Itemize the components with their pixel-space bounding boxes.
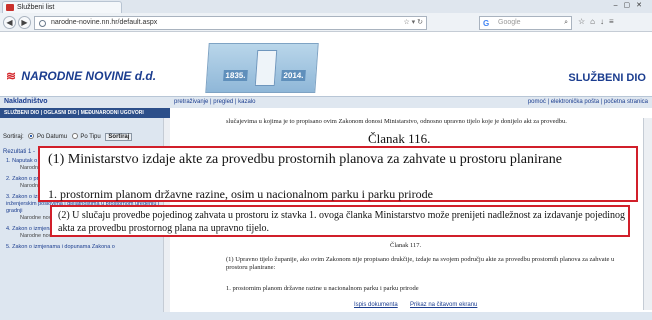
print-document-link[interactable]: Ispis dokumenta — [354, 302, 398, 308]
sort-by-date-radio[interactable] — [28, 133, 35, 140]
anniversary-banner: 1835. 2014. — [205, 43, 319, 93]
bottom-strip — [0, 312, 652, 320]
document-image-icon — [254, 50, 278, 86]
toolbar-icons[interactable]: ☆⌂↓≡ — [578, 17, 619, 26]
paragraph-1-text: (1) Ministarstvo izdaje akte za provedbu… — [48, 152, 562, 167]
forward-icon[interactable]: ▶ — [18, 16, 31, 29]
document-paragraph: (1) Upravno tijelo županije, ako ovim Za… — [226, 256, 615, 271]
document-list-item: 1. prostornim planom državne razine u na… — [226, 285, 419, 292]
site-logo[interactable]: ≋ NARODNE NOVINE d.d. — [6, 69, 156, 83]
publisher-link[interactable]: Nakladništvo — [4, 98, 48, 105]
document-footer: Ispis dokumenta Prikaz na čitavom ekranu — [176, 302, 642, 312]
globe-icon — [39, 20, 46, 27]
section-title: SLUŽBENI DIO — [568, 72, 646, 84]
sort-controls: Sortiraj: Po Datumu Po Tipu Sortiraj — [3, 133, 133, 141]
search-icon[interactable]: ⌕ — [564, 17, 568, 29]
fullscreen-link[interactable]: Prikaz na čitavom ekranu — [410, 302, 477, 308]
paragraph-2-text: (2) U slučaju provedbe pojedinog zahvata… — [58, 210, 626, 234]
banner-year-start: 1835. — [223, 70, 248, 81]
logo-text: NARODNE NOVINE — [21, 69, 132, 83]
sort-by-type-label: Po Tipu — [80, 134, 101, 140]
url-text: narodne-novine.nn.hr/default.aspx — [51, 19, 158, 26]
sort-label: Sortiraj: — [3, 134, 24, 140]
site-header: ≋ NARODNE NOVINE d.d. 1835. 2014. SLUŽBE… — [0, 33, 652, 96]
reload-icon[interactable]: ☆ ▾ ↻ — [403, 17, 423, 29]
search-placeholder: Google — [498, 19, 521, 26]
sort-button[interactable]: Sortiraj — [105, 133, 133, 141]
sub-nav[interactable]: SLUŽBENI DIO | OGLASNI DIO | MEĐUNARODNI… — [0, 108, 170, 118]
search-input[interactable]: G Google ⌕ — [479, 16, 572, 30]
site-favicon-icon — [6, 4, 14, 11]
help-nav-links[interactable]: pomoć | elektronička pošta | početna str… — [528, 99, 648, 105]
address-bar[interactable]: narodne-novine.nn.hr/default.aspx ☆ ▾ ↻ — [34, 16, 427, 30]
document-scrollbar[interactable] — [643, 118, 652, 310]
tab-title: Službeni list — [17, 4, 55, 11]
highlight-box-paragraph-1: (1) Ministarstvo izdaje akte za provedbu… — [38, 146, 638, 202]
browser-tab-bar: Službeni list –▢✕ — [0, 0, 652, 13]
back-icon[interactable]: ◀ — [3, 16, 16, 29]
highlight-box-paragraph-2: (2) U slučaju provedbe pojedinog zahvata… — [50, 205, 630, 237]
logo-suffix: d.d. — [134, 69, 157, 83]
result-title[interactable]: 5. Zakon o izmjenama i dopunama Zakona o — [6, 244, 162, 251]
document-paragraph: slučajevima u kojima je to propisano ovi… — [226, 118, 567, 125]
results-count: Rezultati 1 - — [3, 149, 36, 155]
google-icon: G — [483, 19, 490, 28]
window-controls[interactable]: –▢✕ — [614, 1, 648, 9]
article-heading: Članak 116. — [368, 131, 431, 146]
browser-navbar: ◀ ▶ narodne-novine.nn.hr/default.aspx ☆ … — [0, 13, 652, 32]
banner-year-end: 2014. — [281, 70, 306, 81]
paragraph-1-item: 1. prostornim planom državne razine, osi… — [48, 187, 433, 201]
sort-by-date-label: Po Datumu — [37, 134, 68, 140]
article-heading: Članak 117. — [390, 242, 422, 249]
logo-mark-icon: ≋ — [6, 69, 17, 83]
site-nav: Nakladništvo pretraživanje | pregled | k… — [0, 96, 652, 108]
search-nav-links[interactable]: pretraživanje | pregled | kazalo — [174, 99, 256, 105]
list-item[interactable]: 5. Zakon o izmjenama i dopunama Zakona o — [2, 244, 162, 251]
browser-tab[interactable]: Službeni list — [2, 1, 122, 13]
sort-by-type-radio[interactable] — [71, 133, 78, 140]
